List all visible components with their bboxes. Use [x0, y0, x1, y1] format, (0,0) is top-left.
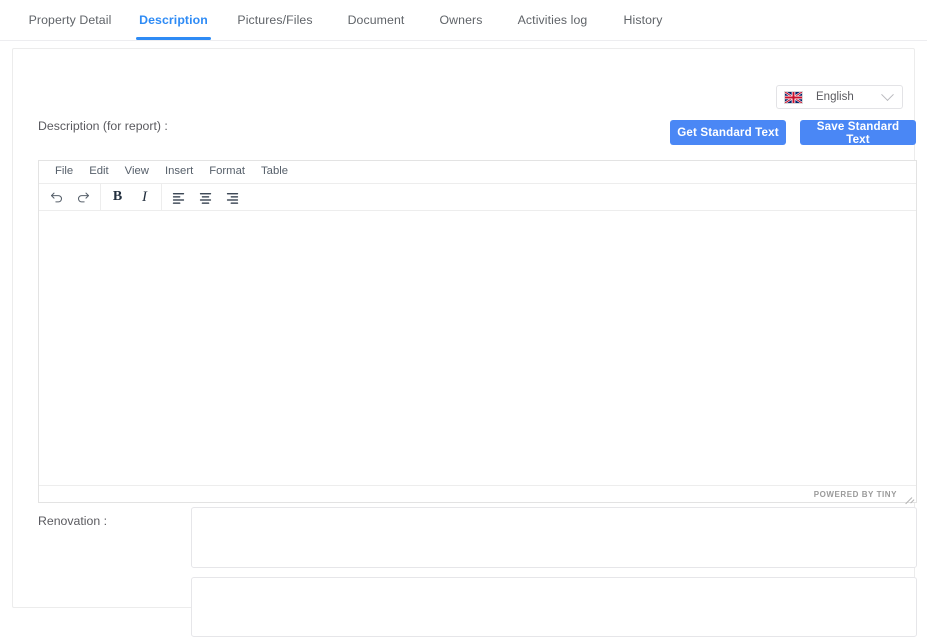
uk-flag-icon	[784, 91, 803, 104]
renovation-label: Renovation :	[38, 514, 107, 528]
tab-label: History	[624, 13, 663, 27]
toolbar-separator	[161, 184, 162, 210]
secondary-textarea-input[interactable]	[191, 577, 917, 637]
tab-label: Activities log	[518, 13, 588, 27]
undo-icon[interactable]	[43, 184, 70, 210]
bold-glyph: B	[113, 190, 122, 204]
description-panel: English Description (for report) : Get S…	[12, 48, 915, 608]
tab-history[interactable]: History	[608, 0, 678, 40]
bold-icon[interactable]: B	[104, 184, 131, 210]
tab-bar: Property Detail Description Pictures/Fil…	[0, 0, 927, 41]
tab-label: Document	[348, 13, 405, 27]
menu-item-table[interactable]: Table	[253, 166, 296, 177]
editor-content-area[interactable]	[39, 211, 916, 485]
powered-by-label: POWERED BY TINY	[814, 490, 897, 499]
toolbar-separator	[100, 184, 101, 210]
description-label: Description (for report) :	[38, 119, 168, 133]
align-center-icon[interactable]	[192, 184, 219, 210]
language-value: English	[816, 91, 883, 103]
menu-item-insert[interactable]: Insert	[157, 166, 201, 177]
language-select[interactable]: English	[776, 85, 903, 109]
get-standard-text-button[interactable]: Get Standard Text	[670, 120, 786, 145]
italic-glyph: I	[142, 190, 147, 205]
align-left-icon[interactable]	[165, 184, 192, 210]
editor-toolbar: B I	[39, 184, 916, 211]
editor-statusbar: POWERED BY TINY	[39, 485, 916, 502]
tab-label: Property Detail	[29, 13, 112, 27]
italic-icon[interactable]: I	[131, 184, 158, 210]
menu-item-edit[interactable]: Edit	[81, 166, 116, 177]
editor-resize-handle[interactable]	[902, 489, 912, 499]
tab-document[interactable]: Document	[335, 0, 417, 40]
tab-owners[interactable]: Owners	[425, 0, 497, 40]
redo-icon[interactable]	[70, 184, 97, 210]
chevron-down-icon	[881, 88, 894, 101]
menu-item-view[interactable]: View	[117, 166, 157, 177]
tab-active-underline	[136, 37, 211, 40]
tab-label: Description	[139, 13, 208, 27]
menu-item-file[interactable]: File	[47, 166, 81, 177]
save-standard-text-button[interactable]: Save Standard Text	[800, 120, 916, 145]
menu-item-format[interactable]: Format	[201, 166, 253, 177]
tab-pictures-files[interactable]: Pictures/Files	[225, 0, 325, 40]
tab-property-detail[interactable]: Property Detail	[18, 0, 122, 40]
tab-description[interactable]: Description	[136, 0, 211, 40]
tab-activities-log[interactable]: Activities log	[505, 0, 600, 40]
renovation-input[interactable]	[191, 507, 917, 568]
editor-menubar: File Edit View Insert Format Table	[39, 161, 916, 184]
align-right-icon[interactable]	[219, 184, 246, 210]
tab-label: Owners	[440, 13, 483, 27]
rich-text-editor: File Edit View Insert Format Table B	[38, 160, 917, 503]
tab-label: Pictures/Files	[237, 13, 312, 27]
